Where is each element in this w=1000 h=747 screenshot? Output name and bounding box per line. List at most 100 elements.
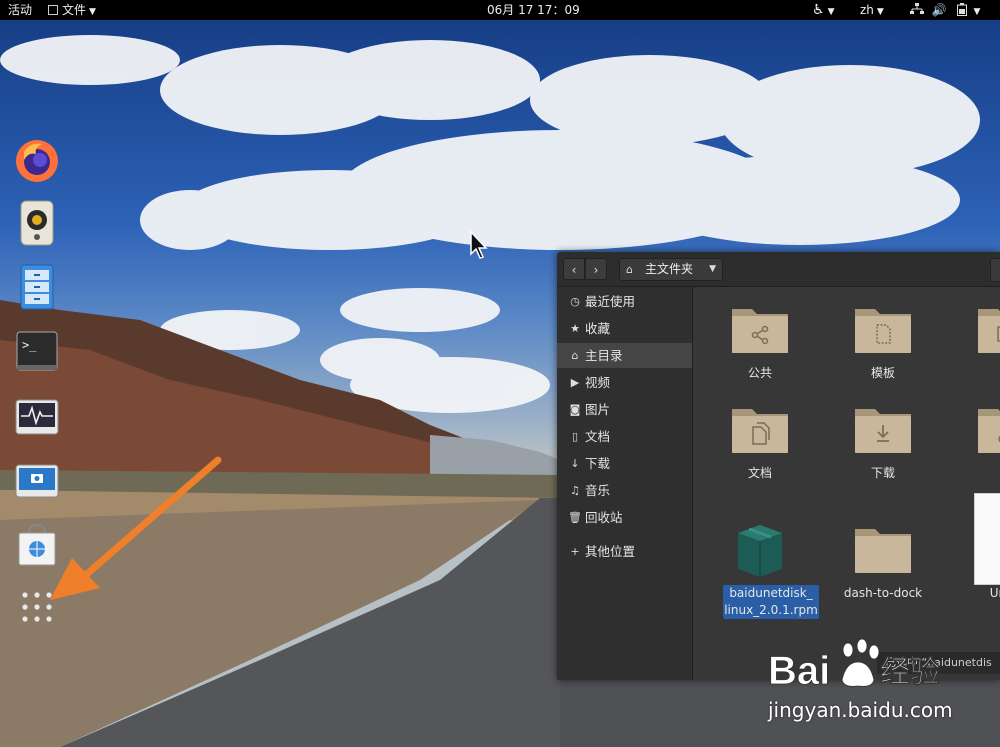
file-cabinet-icon	[20, 264, 54, 310]
chevron-down-icon: ▼	[89, 7, 96, 17]
sidebar-item-pictures[interactable]: ◙ 图片	[557, 397, 692, 422]
svg-text:经验: 经验	[880, 655, 940, 690]
file-item-videos[interactable]: 视	[956, 299, 1000, 389]
sidebar-item-home[interactable]: ⌂ 主目录	[557, 343, 692, 368]
home-icon: ⌂	[571, 349, 579, 362]
file-name: 视	[956, 365, 1000, 382]
sidebar-item-label: 主目录	[585, 348, 623, 363]
folder-share-icon	[732, 309, 788, 353]
file-item-music[interactable]: 音	[956, 399, 1000, 489]
dock-item-rhythmbox[interactable]	[12, 198, 62, 248]
sidebar-item-downloads[interactable]: ↓ 下载	[557, 451, 692, 476]
header-button-offscreen[interactable]	[990, 258, 1000, 282]
dock-item-terminal[interactable]: >_	[12, 326, 62, 376]
file-item-templates[interactable]: 模板	[833, 299, 933, 389]
sidebar-item-label: 文档	[585, 429, 611, 444]
sidebar-item-label: 其他位置	[585, 544, 636, 559]
sidebar-item-label: 音乐	[585, 483, 611, 498]
file-item-documents[interactable]: 文档	[710, 399, 810, 489]
terminal-icon: >_	[16, 331, 58, 371]
file-item-untitled-document[interactable]: Untitl	[956, 493, 1000, 603]
dock-item-system-monitor[interactable]	[12, 392, 62, 442]
file-name-line1: baidunetdisk_	[729, 586, 813, 600]
sidebar-item-trash[interactable]: 🗑 回收站	[557, 505, 692, 530]
accessibility-icon[interactable]: ♿ ▼	[812, 0, 834, 20]
document-icon: ▯	[571, 430, 579, 443]
star-icon: ★	[570, 322, 580, 335]
download-icon: ↓	[570, 457, 580, 470]
chevron-down-icon: ▼	[709, 264, 716, 274]
camera-icon: ◙	[569, 403, 581, 416]
file-item-dash-to-dock[interactable]: dash-to-dock	[833, 519, 933, 609]
sidebar-item-label: 最近使用	[585, 294, 636, 309]
file-name: 公共	[747, 366, 772, 380]
music-icon: ♫	[570, 484, 580, 497]
back-button[interactable]: ‹	[563, 258, 585, 280]
file-item-baidunetdisk-rpm[interactable]: baidunetdisk_ linux_2.0.1.rpm	[710, 519, 819, 629]
input-method-menu[interactable]: zh ▼	[860, 0, 884, 20]
package-icon	[738, 525, 782, 577]
home-icon: ⌂	[626, 263, 633, 276]
file-name-line2: linux_2.0.1.rpm	[724, 603, 818, 617]
plus-icon: +	[570, 545, 580, 558]
sidebar-item-label: 回收站	[585, 510, 623, 525]
file-grid: 公共 模板 视 文档	[693, 287, 1000, 680]
video-icon: ▶	[570, 376, 580, 389]
dock-item-files[interactable]	[12, 262, 62, 312]
dock-item-firefox[interactable]	[12, 136, 62, 186]
folder-music-icon	[978, 409, 1000, 453]
sidebar-item-music[interactable]: ♫ 音乐	[557, 478, 692, 503]
firefox-icon	[16, 140, 58, 182]
sidebar-item-other-locations[interactable]: + 其他位置	[557, 539, 692, 564]
file-name: dash-to-dock	[843, 586, 923, 600]
file-name: 下载	[870, 466, 895, 480]
file-name: 音	[956, 465, 1000, 482]
chevron-down-icon: ▼	[876, 7, 884, 17]
chevron-down-icon: ▼	[973, 7, 981, 17]
clock-icon: ◷	[570, 295, 580, 308]
mouse-pointer-icon	[470, 230, 488, 259]
system-menu[interactable]: 🔊 ▼	[910, 0, 980, 20]
svg-text:Bai: Bai	[768, 649, 830, 693]
file-item-public[interactable]: 公共	[710, 299, 810, 389]
path-label: 主文件夹	[645, 262, 694, 276]
folder-download-icon	[855, 409, 911, 453]
sidebar-item-label: 图片	[585, 402, 611, 417]
folder-icon	[855, 529, 911, 573]
sidebar-item-starred[interactable]: ★ 收藏	[557, 316, 692, 341]
app-menu-label: 文件	[62, 3, 87, 17]
file-name: 模板	[870, 366, 895, 380]
document-icon	[974, 493, 1000, 585]
baidu-jingyan-logo: Bai 经验	[768, 638, 940, 693]
forward-button[interactable]: ›	[585, 258, 607, 280]
chevron-right-icon: ›	[593, 263, 599, 277]
folder-template-icon	[855, 309, 911, 353]
network-icon	[910, 3, 924, 14]
sidebar-item-label: 收藏	[585, 321, 611, 336]
language-label: zh	[860, 3, 874, 17]
clock[interactable]: 06月 17 17：09	[487, 0, 580, 20]
header-bar: ‹ › ⌂ 主文件夹 ▼	[557, 252, 1000, 287]
folder-document-icon	[732, 409, 788, 453]
speaker-icon	[20, 200, 54, 246]
sidebar-item-recent[interactable]: ◷ 最近使用	[557, 289, 692, 314]
sidebar-item-label: 视频	[585, 375, 611, 390]
trash-icon: 🗑	[568, 511, 582, 524]
watermark-url: jingyan.baidu.com	[768, 698, 953, 722]
app-menu[interactable]: 文件 ▼	[48, 0, 96, 20]
sidebar-item-documents[interactable]: ▯ 文档	[557, 424, 692, 449]
svg-text:>_: >_	[22, 338, 37, 352]
file-name: Untitl	[989, 586, 1000, 600]
path-bar-home[interactable]: ⌂ 主文件夹 ▼	[619, 258, 723, 281]
sidebar-item-label: 下载	[585, 456, 611, 471]
file-name: 文档	[747, 466, 772, 480]
file-manager-window: ‹ › ⌂ 主文件夹 ▼ ◷ 最近使用 ★ 收藏 ⌂ 主目录 ▶ 视频 ◙ 图片	[557, 252, 1000, 680]
folder-video-icon	[978, 309, 1000, 353]
file-item-downloads[interactable]: 下载	[833, 399, 933, 489]
places-sidebar: ◷ 最近使用 ★ 收藏 ⌂ 主目录 ▶ 视频 ◙ 图片 ▯ 文档 ↓ 下载 ♫	[557, 287, 693, 680]
system-monitor-icon	[15, 399, 59, 435]
top-bar: 活动 文件 ▼ 06月 17 17：09 ♿ ▼ zh ▼ 🔊 ▼	[0, 0, 1000, 20]
activities-button[interactable]: 活动	[8, 0, 32, 20]
baidu-watermark: Bai 经验 jingyan.baidu.com	[768, 636, 953, 722]
sidebar-item-videos[interactable]: ▶ 视频	[557, 370, 692, 395]
